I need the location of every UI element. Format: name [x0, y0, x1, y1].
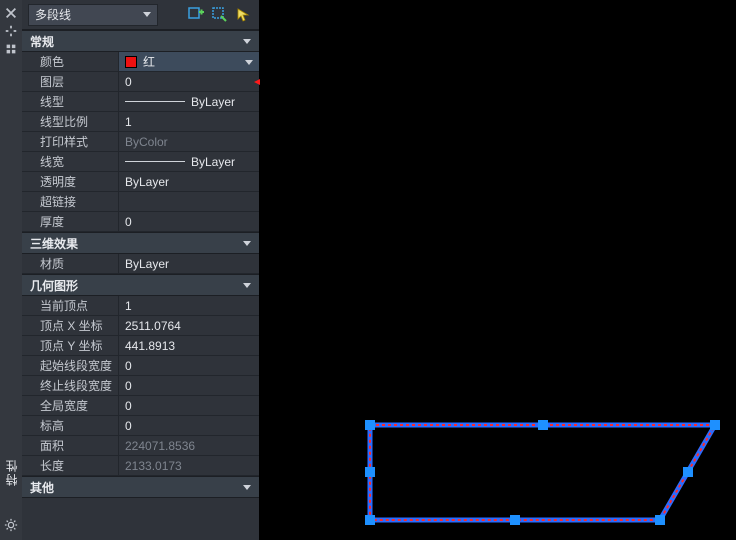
prop-value-linetype[interactable]: ByLayer [118, 92, 259, 111]
prop-label-color: 颜色 [22, 53, 118, 70]
chevron-down-icon [243, 485, 251, 490]
prop-value-area: 224071.8536 [118, 436, 259, 455]
prop-label-material: 材质 [22, 255, 118, 272]
prop-label-plotstyle: 打印样式 [22, 133, 118, 150]
pin-icon[interactable] [4, 24, 18, 38]
prop-label-startw: 起始线段宽度 [22, 357, 118, 374]
close-icon[interactable] [4, 6, 18, 20]
prop-label-layer: 图层 [22, 73, 118, 90]
prop-value-ltscale[interactable]: 1 [118, 112, 259, 131]
prop-label-lineweight: 线宽 [22, 153, 118, 170]
section-3d[interactable]: 三维效果 [22, 232, 259, 254]
prop-value-hyperlink[interactable] [118, 192, 259, 211]
pick-icon[interactable] [235, 6, 253, 24]
chevron-down-icon [243, 241, 251, 246]
prop-value-vy[interactable]: 441.8913 [118, 336, 259, 355]
collapse-icon[interactable] [4, 42, 18, 56]
chevron-down-icon [143, 12, 151, 17]
prop-label-vx: 顶点 X 坐标 [22, 317, 118, 334]
prop-label-length: 长度 [22, 457, 118, 474]
chevron-down-icon [243, 283, 251, 288]
chevron-down-icon [245, 60, 253, 65]
color-swatch-red [125, 56, 137, 68]
panel-toolbar [187, 6, 253, 24]
panel-left-rail: 特性 [0, 0, 22, 540]
lineweight-sample [125, 161, 185, 162]
prop-value-vx[interactable]: 2511.0764 [118, 316, 259, 335]
prop-value-material[interactable]: ByLayer [118, 254, 259, 273]
prop-label-transparency: 透明度 [22, 173, 118, 190]
add-selection-icon[interactable] [187, 6, 205, 24]
prop-value-lineweight[interactable]: ByLayer [118, 152, 259, 171]
object-type-row: 多段线 [22, 0, 259, 30]
object-type-label: 多段线 [35, 6, 71, 23]
panel-title: 特性 [3, 458, 20, 486]
prop-value-transparency[interactable]: ByLayer [118, 172, 259, 191]
prop-value-startw[interactable]: 0 [118, 356, 259, 375]
prop-label-globalw: 全局宽度 [22, 397, 118, 414]
prop-value-elev[interactable]: 0 [118, 416, 259, 435]
properties-panel: 多段线 常规 颜色 红 图层 0 线型 ByLayer 线型比例 1 打印样式 … [22, 0, 260, 540]
prop-label-area: 面积 [22, 437, 118, 454]
section-geometry[interactable]: 几何图形 [22, 274, 259, 296]
section-general[interactable]: 常规 [22, 30, 259, 52]
prop-label-linetype: 线型 [22, 93, 118, 110]
prop-label-vy: 顶点 Y 坐标 [22, 337, 118, 354]
selected-polyline[interactable] [360, 415, 730, 535]
prop-value-color[interactable]: 红 [118, 52, 259, 71]
section-other[interactable]: 其他 [22, 476, 259, 498]
linetype-sample [125, 101, 185, 102]
prop-value-thickness[interactable]: 0 [118, 212, 259, 231]
gear-icon[interactable] [4, 518, 18, 532]
prop-label-curvertex: 当前顶点 [22, 297, 118, 314]
chevron-down-icon [243, 39, 251, 44]
drawing-canvas[interactable] [260, 0, 736, 540]
prop-label-ltscale: 线型比例 [22, 113, 118, 130]
prop-value-plotstyle: ByColor [118, 132, 259, 151]
prop-value-globalw[interactable]: 0 [118, 396, 259, 415]
prop-label-hyperlink: 超链接 [22, 193, 118, 210]
prop-label-endw: 终止线段宽度 [22, 377, 118, 394]
prop-value-curvertex[interactable]: 1 [118, 296, 259, 315]
prop-label-thickness: 厚度 [22, 213, 118, 230]
prop-label-elev: 标高 [22, 417, 118, 434]
prop-value-length: 2133.0173 [118, 456, 259, 475]
object-type-select[interactable]: 多段线 [28, 4, 158, 26]
prop-value-layer[interactable]: 0 [118, 72, 259, 91]
prop-value-endw[interactable]: 0 [118, 376, 259, 395]
quick-select-icon[interactable] [211, 6, 229, 24]
